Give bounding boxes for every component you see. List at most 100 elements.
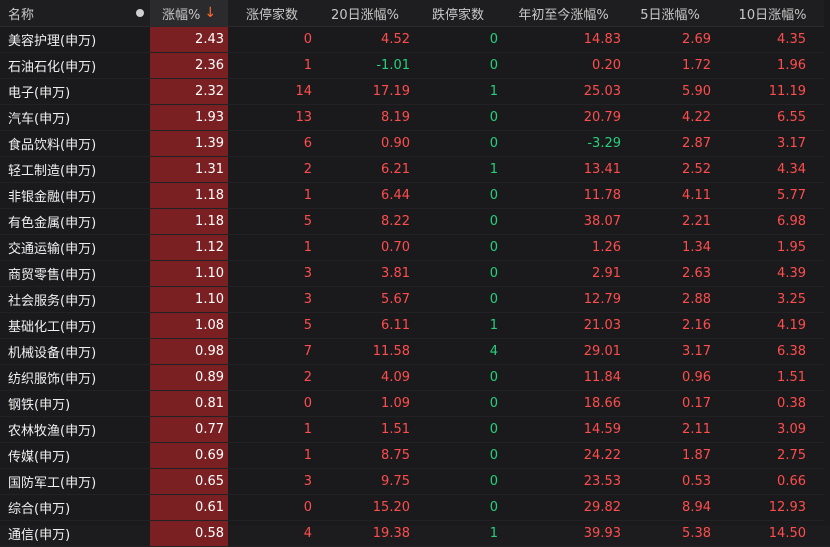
row-limit-up: 1 (228, 235, 316, 260)
row-5d: 8.94 (625, 495, 715, 520)
table-row[interactable]: 基础化工(申万) 1.08 5 6.11 1 21.03 2.16 4.19 (0, 313, 830, 339)
row-5d: 0.53 (625, 469, 715, 494)
row-spacer (130, 365, 150, 390)
row-5d: 2.88 (625, 287, 715, 312)
row-10d: 12.93 (715, 495, 830, 520)
row-10d: 3.25 (715, 287, 830, 312)
row-limit-down: 0 (414, 287, 502, 312)
row-20d-value: 19.38 (372, 526, 410, 541)
row-20d: 4.09 (316, 365, 414, 390)
row-ytd-value: 12.79 (583, 292, 621, 307)
row-10d-value: 5.77 (777, 188, 806, 203)
row-ytd: 29.01 (502, 339, 625, 364)
row-name: 传媒(申万) (0, 443, 130, 468)
table-row[interactable]: 食品饮料(申万) 1.39 6 0.90 0 -3.29 2.87 3.17 (0, 131, 830, 157)
table-row[interactable]: 传媒(申万) 0.69 1 8.75 0 24.22 1.87 2.75 (0, 443, 830, 469)
row-limit-up: 13 (228, 105, 316, 130)
table-row[interactable]: 石油石化(申万) 2.36 1 -1.01 0 0.20 1.72 1.96 (0, 53, 830, 79)
table-header: 名称 涨幅% ↓ 涨停家数 20日涨幅% 跌停家数 年初至今涨幅% 5日涨幅% … (0, 0, 830, 27)
row-ytd-value: 0.20 (592, 58, 621, 73)
row-ytd-value: 29.01 (583, 344, 621, 359)
row-5d-value: 3.17 (682, 344, 711, 359)
table-row[interactable]: 机械设备(申万) 0.98 7 11.58 4 29.01 3.17 6.38 (0, 339, 830, 365)
row-5d: 4.11 (625, 183, 715, 208)
row-spacer (130, 261, 150, 286)
row-20d: 8.19 (316, 105, 414, 130)
row-10d: 4.34 (715, 157, 830, 182)
row-limit-up-value: 14 (295, 84, 312, 99)
table-row[interactable]: 综合(申万) 0.61 0 15.20 0 29.82 8.94 12.93 (0, 495, 830, 521)
row-spacer (130, 313, 150, 338)
row-10d: 11.19 (715, 79, 830, 104)
row-5d-value: 4.22 (682, 110, 711, 125)
row-name: 农林牧渔(申万) (0, 417, 130, 442)
row-pct: 0.98 (150, 339, 228, 364)
row-limit-up-value: 1 (303, 240, 312, 255)
row-limit-up-value: 3 (303, 474, 312, 489)
column-header-name[interactable]: 名称 (0, 0, 130, 26)
row-10d-value: 12.93 (768, 500, 806, 515)
row-limit-down: 1 (414, 313, 502, 338)
row-ytd-value: 2.91 (592, 266, 621, 281)
table-row[interactable]: 钢铁(申万) 0.81 0 1.09 0 18.66 0.17 0.38 (0, 391, 830, 417)
row-5d: 4.22 (625, 105, 715, 130)
row-5d-value: 1.87 (682, 448, 711, 463)
row-pct: 2.43 (150, 27, 228, 52)
row-limit-down: 0 (414, 131, 502, 156)
row-pct-value: 0.89 (195, 370, 224, 385)
row-spacer (130, 79, 150, 104)
row-5d: 0.96 (625, 365, 715, 390)
row-ytd: 38.07 (502, 209, 625, 234)
row-limit-up-value: 13 (295, 110, 312, 125)
scrollbar[interactable] (824, 0, 830, 525)
table-row[interactable]: 非银金融(申万) 1.18 1 6.44 0 11.78 4.11 5.77 (0, 183, 830, 209)
table-row[interactable]: 美容护理(申万) 2.43 0 4.52 0 14.83 2.69 4.35 (0, 27, 830, 53)
row-20d: 6.11 (316, 313, 414, 338)
row-pct: 0.77 (150, 417, 228, 442)
column-header-10d[interactable]: 10日涨幅% (715, 0, 830, 26)
column-header-pct[interactable]: 涨幅% ↓ (150, 0, 228, 26)
row-name-value: 石油石化(申万) (8, 60, 97, 75)
row-10d-value: 0.66 (777, 474, 806, 489)
column-header-limit-down[interactable]: 跌停家数 (414, 0, 502, 26)
row-name-value: 纺织服饰(申万) (8, 372, 97, 387)
row-10d: 3.09 (715, 417, 830, 442)
row-spacer (130, 443, 150, 468)
table-row[interactable]: 有色金属(申万) 1.18 5 8.22 0 38.07 2.21 6.98 (0, 209, 830, 235)
table-row[interactable]: 社会服务(申万) 1.10 3 5.67 0 12.79 2.88 3.25 (0, 287, 830, 313)
row-limit-down-value: 0 (489, 370, 498, 385)
row-10d-value: 3.17 (777, 136, 806, 151)
column-header-ytd[interactable]: 年初至今涨幅% (502, 0, 625, 26)
table-row[interactable]: 交通运输(申万) 1.12 1 0.70 0 1.26 1.34 1.95 (0, 235, 830, 261)
row-ytd: 29.82 (502, 495, 625, 520)
table-row[interactable]: 汽车(申万) 1.93 13 8.19 0 20.79 4.22 6.55 (0, 105, 830, 131)
column-header-20d[interactable]: 20日涨幅% (316, 0, 414, 26)
row-5d-value: 2.87 (682, 136, 711, 151)
row-20d-value: 3.81 (381, 266, 410, 281)
row-ytd: 24.22 (502, 443, 625, 468)
row-limit-up-value: 1 (303, 188, 312, 203)
row-limit-up: 3 (228, 287, 316, 312)
row-name: 美容护理(申万) (0, 27, 130, 52)
row-5d-value: 1.34 (682, 240, 711, 255)
table-row[interactable]: 电子(申万) 2.32 14 17.19 1 25.03 5.90 11.19 (0, 79, 830, 105)
table-row[interactable]: 纺织服饰(申万) 0.89 2 4.09 0 11.84 0.96 1.51 (0, 365, 830, 391)
row-name-value: 通信(申万) (8, 528, 71, 543)
row-20d: 5.67 (316, 287, 414, 312)
table-row[interactable]: 农林牧渔(申万) 0.77 1 1.51 0 14.59 2.11 3.09 (0, 417, 830, 443)
row-limit-down-value: 1 (489, 84, 498, 99)
table-row[interactable]: 国防军工(申万) 0.65 3 9.75 0 23.53 0.53 0.66 (0, 469, 830, 495)
row-5d: 2.69 (625, 27, 715, 52)
row-20d-value: 8.19 (381, 110, 410, 125)
row-5d: 1.34 (625, 235, 715, 260)
column-settings-dot[interactable] (130, 0, 150, 26)
row-pct: 1.93 (150, 105, 228, 130)
table-row[interactable]: 轻工制造(申万) 1.31 2 6.21 1 13.41 2.52 4.34 (0, 157, 830, 183)
row-20d: 8.75 (316, 443, 414, 468)
row-pct: 1.18 (150, 183, 228, 208)
column-header-5d[interactable]: 5日涨幅% (625, 0, 715, 26)
row-limit-up-value: 1 (303, 422, 312, 437)
table-row[interactable]: 商贸零售(申万) 1.10 3 3.81 0 2.91 2.63 4.39 (0, 261, 830, 287)
row-20d-value: 8.22 (381, 214, 410, 229)
column-header-limit-up[interactable]: 涨停家数 (228, 0, 316, 26)
